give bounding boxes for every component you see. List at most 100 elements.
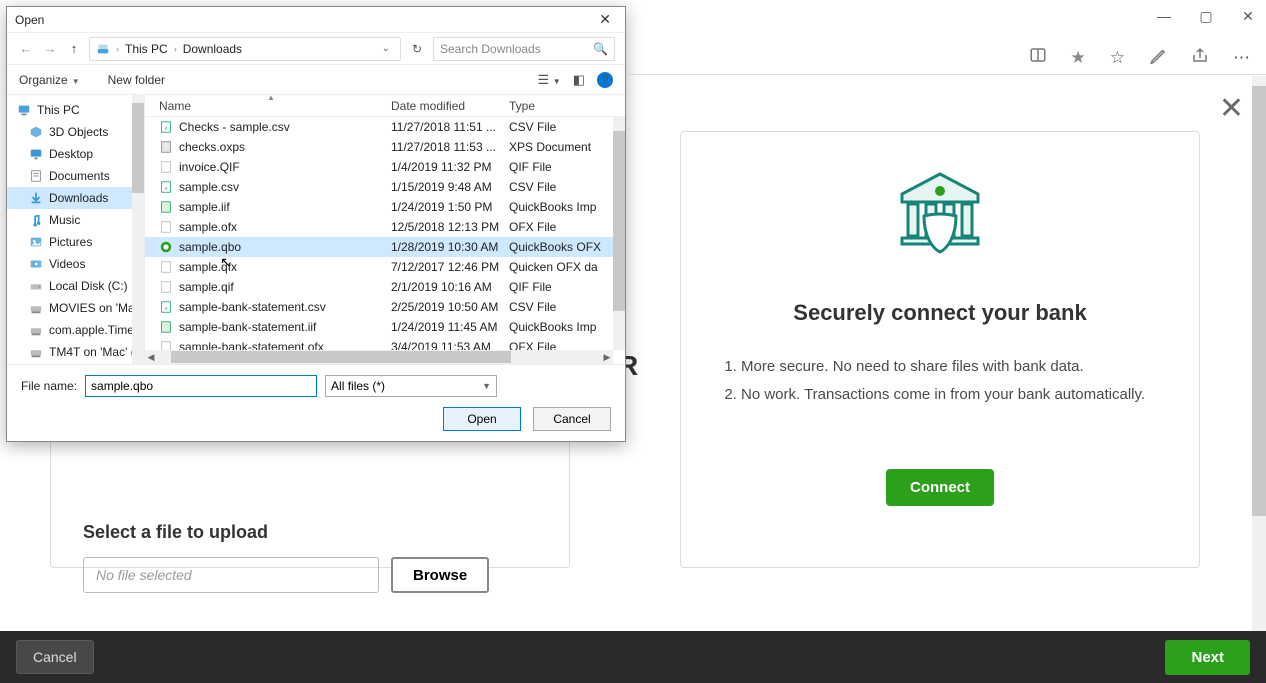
scroll-left-icon[interactable]: ◀ (145, 352, 157, 363)
file-name: sample.ofx (179, 220, 237, 234)
tree-item-music[interactable]: Music (7, 209, 144, 231)
list-scroll-thumb-horizontal[interactable] (171, 351, 511, 363)
tree-item-label: Desktop (49, 147, 93, 161)
tree-item-videos[interactable]: Videos (7, 253, 144, 275)
search-field[interactable]: Search Downloads 🔍 (433, 37, 615, 61)
more-icon[interactable]: ⋯ (1233, 48, 1250, 68)
connect-title: Securely connect your bank (721, 300, 1159, 326)
organize-menu[interactable]: Organize▼ (19, 73, 80, 87)
tree-item-label: Music (49, 213, 80, 227)
chevron-right-icon: › (116, 44, 119, 54)
reader-mode-icon[interactable] (1029, 46, 1047, 69)
file-name: checks.oxps (179, 140, 245, 154)
file-name-label: File name: (21, 379, 77, 393)
dialog-toolbar: Organize▼ New folder ☰ ▼ ◧ ? (7, 65, 625, 95)
file-type-select[interactable]: All files (*)▼ (325, 375, 497, 397)
file-row[interactable]: aChecks - sample.csv 11/27/2018 11:51 ..… (145, 117, 625, 137)
tree-item-movies-on-mac[interactable]: MOVIES on 'Mac (7, 297, 144, 319)
file-row[interactable]: sample.qfx 7/12/2017 12:46 PM Quicken OF… (145, 257, 625, 277)
nav-back-icon: ← (17, 40, 35, 58)
file-row[interactable]: sample.ofx 12/5/2018 12:13 PM OFX File (145, 217, 625, 237)
favorite-star-filled-icon[interactable]: ★ (1071, 48, 1086, 68)
list-scrollbar-horizontal[interactable]: ◀ ▶ (145, 350, 613, 364)
tree-item-pictures[interactable]: Pictures (7, 231, 144, 253)
tree-item-tm4t-on-mac-[interactable]: TM4T on 'Mac' ( (7, 341, 144, 363)
help-icon[interactable]: ? (597, 72, 613, 88)
tree-item-label: Videos (49, 257, 85, 271)
file-type: QuickBooks Imp (503, 320, 625, 334)
file-type: OFX File (503, 220, 625, 234)
file-name: sample.qif (179, 280, 234, 294)
scroll-right-icon[interactable]: ▶ (601, 352, 613, 363)
file-date: 1/28/2019 10:30 AM (391, 240, 503, 254)
window-minimize-icon[interactable]: — (1154, 8, 1174, 25)
file-display-field: No file selected (83, 557, 379, 593)
file-date: 1/15/2019 9:48 AM (391, 180, 503, 194)
file-date: 11/27/2018 11:51 ... (391, 120, 503, 134)
benefit-item-2: No work. Transactions come in from your … (741, 382, 1159, 408)
tree-item-label: This PC (37, 103, 80, 117)
notes-icon[interactable] (1149, 46, 1167, 69)
breadcrumb-dropdown-icon[interactable]: ⌄ (378, 43, 394, 54)
file-name: sample.qbo (179, 240, 241, 254)
nav-up-icon[interactable]: ↑ (65, 40, 83, 58)
column-date-header[interactable]: Date modified (391, 99, 503, 113)
close-panel-button[interactable]: ✕ (1219, 91, 1244, 126)
tree-item-this-pc[interactable]: This PC (7, 99, 144, 121)
file-name: sample.csv (179, 180, 239, 194)
tree-item-label: MOVIES on 'Mac (49, 301, 141, 315)
dialog-open-button[interactable]: Open (443, 407, 521, 431)
breadcrumb-bar[interactable]: › This PC › Downloads ⌄ (89, 37, 401, 61)
refresh-icon[interactable]: ↻ (407, 42, 427, 56)
file-type: CSV File (503, 120, 625, 134)
tree-item-downloads[interactable]: Downloads (7, 187, 144, 209)
page-scrollbar[interactable] (1252, 76, 1266, 631)
footer-cancel-button[interactable]: Cancel (16, 640, 94, 674)
tree-item-local-disk-c-[interactable]: Local Disk (C:) (7, 275, 144, 297)
file-list: ▲ Name Date modified Type aChecks - samp… (145, 95, 625, 364)
file-row[interactable]: sample-bank-statement.iif 1/24/2019 11:4… (145, 317, 625, 337)
file-row[interactable]: checks.oxps 11/27/2018 11:53 ... XPS Doc… (145, 137, 625, 157)
file-type: XPS Document (503, 140, 625, 154)
favorite-star-outline-icon[interactable]: ☆ (1110, 48, 1125, 68)
window-close-icon[interactable]: ✕ (1238, 8, 1258, 25)
share-icon[interactable] (1191, 46, 1209, 69)
tree-item-3d-objects[interactable]: 3D Objects (7, 121, 144, 143)
preview-pane-icon[interactable]: ◧ (573, 72, 585, 88)
tree-item-documents[interactable]: Documents (7, 165, 144, 187)
file-name-input[interactable] (85, 375, 317, 397)
file-type: QuickBooks Imp (503, 200, 625, 214)
file-row[interactable]: asample.csv 1/15/2019 9:48 AM CSV File (145, 177, 625, 197)
dialog-nav-bar: ← → ↑ › This PC › Downloads ⌄ ↻ Search D… (7, 33, 625, 65)
browser-chrome: — ▢ ✕ ★ ☆ ⋯ (630, 0, 1266, 75)
footer-next-button[interactable]: Next (1165, 640, 1250, 675)
list-scroll-thumb-vertical[interactable] (613, 131, 625, 311)
file-row[interactable]: asample-bank-statement.csv 2/25/2019 10:… (145, 297, 625, 317)
tree-scroll-thumb[interactable] (132, 103, 144, 193)
tree-item-desktop[interactable]: Desktop (7, 143, 144, 165)
file-row[interactable]: sample.iif 1/24/2019 1:50 PM QuickBooks … (145, 197, 625, 217)
view-options-icon[interactable]: ☰ ▼ (538, 72, 561, 88)
tree-item-label: TM4T on 'Mac' ( (49, 345, 135, 359)
search-icon: 🔍 (593, 42, 608, 56)
window-maximize-icon[interactable]: ▢ (1196, 8, 1216, 25)
tree-item-label: 3D Objects (49, 125, 108, 139)
breadcrumb-root[interactable]: This PC (125, 42, 168, 56)
file-name: sample.qfx (179, 260, 237, 274)
connect-button[interactable]: Connect (886, 469, 994, 506)
dialog-close-button[interactable]: ✕ (593, 11, 617, 28)
file-row[interactable]: invoice.QIF 1/4/2019 11:32 PM QIF File (145, 157, 625, 177)
file-row[interactable]: sample.qif 2/1/2019 10:16 AM QIF File (145, 277, 625, 297)
tree-item-com-apple-time[interactable]: com.apple.Time (7, 319, 144, 341)
connect-bank-panel: Securely connect your bank More secure. … (680, 131, 1200, 568)
dialog-cancel-button[interactable]: Cancel (533, 407, 611, 431)
drive-icon (96, 42, 110, 56)
new-folder-button[interactable]: New folder (108, 73, 165, 87)
file-name: sample-bank-statement.csv (179, 300, 326, 314)
file-date: 7/12/2017 12:46 PM (391, 260, 503, 274)
column-type-header[interactable]: Type (503, 99, 625, 113)
breadcrumb-folder[interactable]: Downloads (183, 42, 242, 56)
file-row[interactable]: sample.qbo 1/28/2019 10:30 AM QuickBooks… (145, 237, 625, 257)
tree-item-label: Documents (49, 169, 110, 183)
browse-button[interactable]: Browse (391, 557, 489, 593)
